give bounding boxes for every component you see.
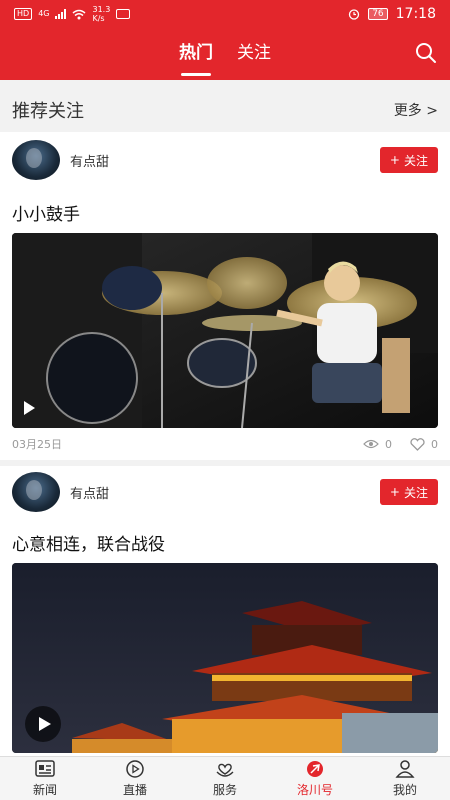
profile-icon [395,760,415,778]
plus-icon: + [389,153,400,167]
signal-icon [55,9,67,19]
section-title: 推荐关注 [12,101,84,122]
bottom-nav: 新闻 直播 服务 洛川号 我的 [0,756,450,800]
follow-label: 关注 [403,153,428,168]
like-count[interactable]: 0 [410,438,438,451]
post-author: 有点甜 + 关注 [0,132,450,188]
status-time: 17:18 [395,6,436,22]
news-icon [35,760,55,777]
like-count-value: 0 [431,437,438,451]
post-card[interactable]: 有点甜 + 关注 心意相连，联合战役 [0,466,450,756]
nav-service[interactable]: 服务 [180,757,270,800]
follow-button[interactable]: + 关注 [379,147,438,173]
drummer-image [12,233,438,428]
network-type: 4G [38,9,50,18]
alarm-icon [349,9,360,20]
video-thumbnail[interactable] [12,233,438,428]
recommend-section-header: 推荐关注 更多 > [0,88,450,132]
post-card[interactable]: 有点甜 + 关注 小小鼓手 03月25日 0 0 [0,132,450,460]
hd-indicator: HD [14,8,33,20]
heart-icon [410,437,425,451]
post-title[interactable]: 小小鼓手 [0,188,450,233]
luochuan-icon [307,761,323,777]
play-icon[interactable] [24,705,62,743]
eye-icon [363,439,379,449]
post-meta: 03月25日 0 0 [0,428,450,460]
nav-label: 新闻 [32,783,57,797]
nav-label: 服务 [212,783,237,797]
live-icon [126,760,144,778]
net-speed-value: 31.3 [92,5,111,14]
follow-button[interactable]: + 关注 [379,479,438,505]
more-link[interactable]: 更多 > [394,100,438,120]
video-thumbnail[interactable] [12,563,438,753]
nav-news[interactable]: 新闻 [0,757,90,800]
status-bar: HD 4G 31.3 K/s 76 17:18 [0,0,450,28]
post-date: 03月25日 [12,438,62,451]
avatar[interactable] [12,140,60,180]
post-title[interactable]: 心意相连，联合战役 [0,518,450,563]
net-speed-unit: K/s [92,14,105,23]
battery-indicator: 76 [368,8,388,20]
tab-following[interactable]: 关注 [237,38,271,70]
tower-image [12,563,438,753]
nav-luochuan[interactable]: 洛川号 [270,757,360,800]
plus-icon: + [389,485,400,499]
nav-live[interactable]: 直播 [90,757,180,800]
nav-profile[interactable]: 我的 [360,757,450,800]
search-icon[interactable] [414,41,438,65]
post-author: 有点甜 + 关注 [0,466,450,518]
app-notification-icon [116,9,131,19]
top-bar: HD 4G 31.3 K/s 76 17:18 热门 关注 [0,0,450,80]
follow-label: 关注 [403,485,428,500]
view-count: 0 [363,438,392,451]
wifi-icon [73,9,86,19]
nav-label: 洛川号 [296,783,333,797]
nav-label: 直播 [122,783,147,797]
view-count-value: 0 [385,437,392,451]
net-speed: 31.3 K/s [92,5,110,23]
author-name[interactable]: 有点甜 [70,483,109,502]
tab-hot[interactable]: 热门 [179,38,213,76]
nav-label: 我的 [392,783,417,797]
header-tabs: 热门 关注 [0,38,450,78]
service-icon [216,763,234,777]
play-icon[interactable] [22,400,36,416]
author-name[interactable]: 有点甜 [70,151,109,170]
avatar[interactable] [12,472,60,512]
